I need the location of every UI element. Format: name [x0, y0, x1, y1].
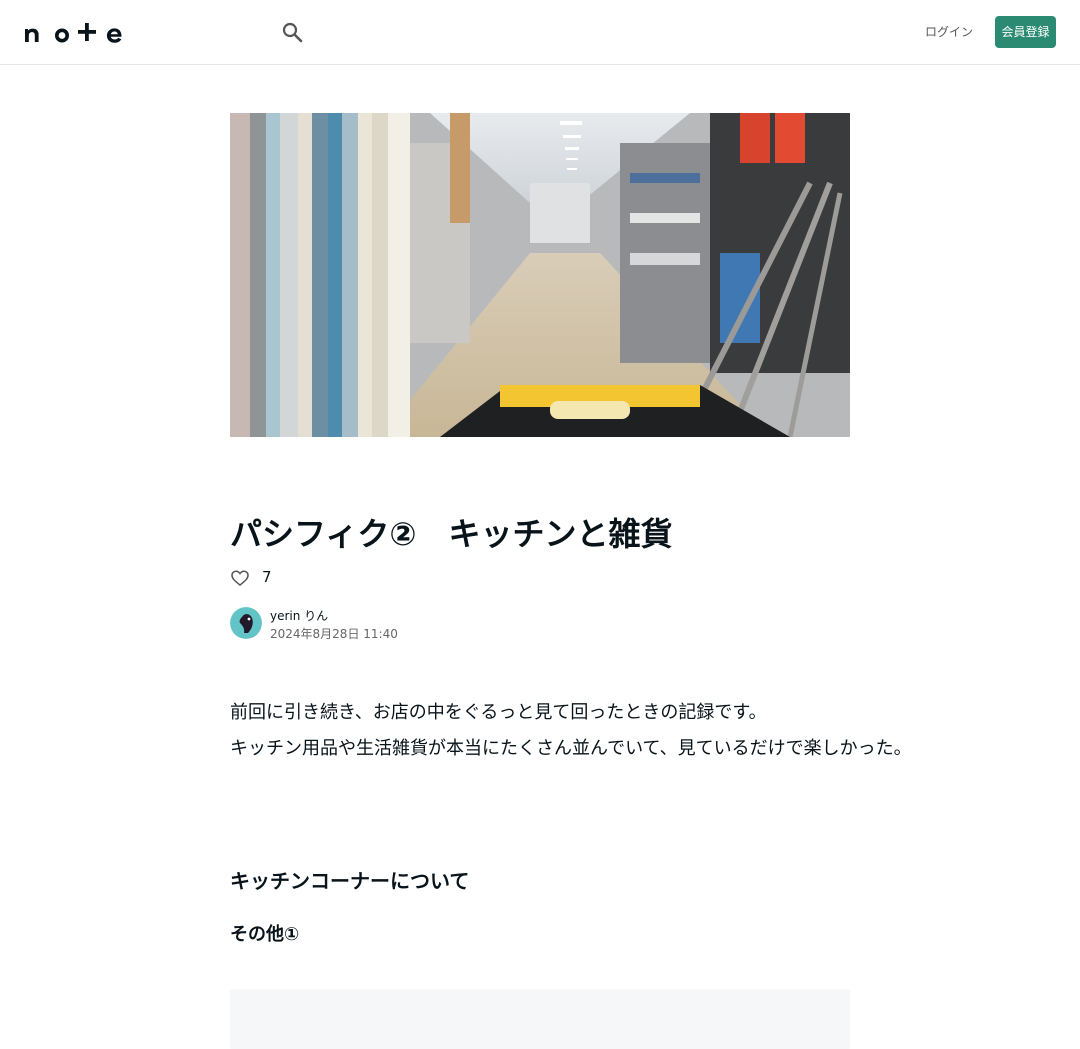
signup-button[interactable]: 会員登録	[995, 16, 1056, 48]
author-info: yerin りん 2024年8月28日 11:40	[230, 607, 530, 643]
body-paragraph: キッチン用品や生活雑貨が本当にたくさん並んでいて、見ているだけで楽しかった。	[230, 738, 912, 759]
login-link[interactable]: ログイン	[920, 22, 978, 42]
post-date: 2024年8月28日 11:40	[270, 627, 398, 641]
like-section: 7	[230, 566, 310, 588]
sub-heading: その他①	[230, 924, 300, 945]
body-paragraph: 前回に引き続き、お店の中をぐるっと見て回ったときの記録です。	[230, 702, 767, 723]
note-logo[interactable]: note	[24, 21, 122, 43]
avatar[interactable]	[230, 607, 262, 639]
like-count: 7	[262, 568, 272, 586]
author-name[interactable]: yerin りん	[270, 607, 328, 625]
site-header: note ログイン 会員登録	[0, 0, 1080, 65]
article-title: パシフィク② キッチンと雑貨	[230, 515, 673, 553]
embed-block[interactable]	[230, 989, 850, 1049]
section-heading: キッチンコーナーについて	[230, 869, 470, 893]
hero-image	[230, 113, 850, 437]
search-icon[interactable]	[280, 20, 304, 44]
heart-icon[interactable]	[230, 568, 250, 588]
